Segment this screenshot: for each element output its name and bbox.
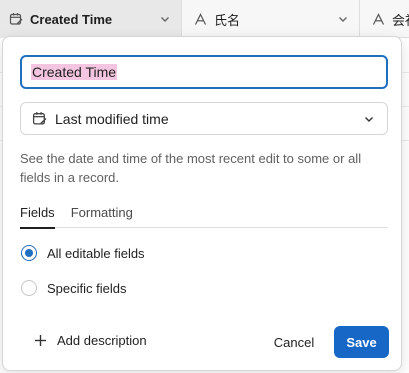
add-description-label: Add description (57, 333, 147, 348)
option-specific-fields[interactable]: Specific fields (21, 280, 126, 296)
save-button[interactable]: Save (334, 326, 389, 358)
tab-fields[interactable]: Fields (20, 205, 55, 229)
chevron-down-icon[interactable] (335, 11, 351, 27)
radio-button[interactable] (21, 280, 37, 296)
option-label: Specific fields (47, 280, 127, 296)
add-description-button[interactable]: Add description (33, 333, 147, 348)
text-field-icon (192, 11, 208, 27)
chevron-down-icon[interactable] (157, 11, 173, 27)
column-header-name[interactable]: 氏名 (182, 0, 360, 38)
editor-tabs: Fields Formatting (20, 205, 388, 229)
radio-button-checked[interactable] (21, 245, 37, 261)
column-header-created-time[interactable]: Created Time (0, 0, 182, 38)
column-header-label: 氏名 (214, 12, 241, 28)
column-header-label: 会社 (392, 12, 409, 28)
column-header-company[interactable]: 会社 (360, 0, 409, 38)
field-editor-popover: Created Time Last modified time See the … (2, 36, 402, 371)
tab-formatting[interactable]: Formatting (71, 205, 133, 228)
grid-view: Created Time 氏名 会社 Created Tim (0, 0, 409, 373)
field-name-value: Created Time (31, 64, 118, 80)
column-header-row: Created Time 氏名 会社 (0, 0, 409, 38)
calendar-edit-icon (8, 11, 24, 27)
chevron-down-icon (361, 111, 377, 127)
field-type-select[interactable]: Last modified time (20, 102, 388, 135)
field-name-input[interactable]: Created Time (20, 55, 388, 89)
column-header-label: Created Time (30, 11, 113, 27)
option-label: All editable fields (47, 245, 145, 261)
option-all-editable-fields[interactable]: All editable fields (21, 245, 145, 261)
plus-icon (33, 334, 47, 348)
field-type-label: Last modified time (55, 110, 169, 127)
field-type-description: See the date and time of the most recent… (20, 151, 362, 185)
text-field-icon (370, 11, 386, 27)
radio-dot (25, 249, 33, 257)
cancel-button[interactable]: Cancel (263, 327, 325, 357)
calendar-edit-icon (31, 111, 47, 127)
